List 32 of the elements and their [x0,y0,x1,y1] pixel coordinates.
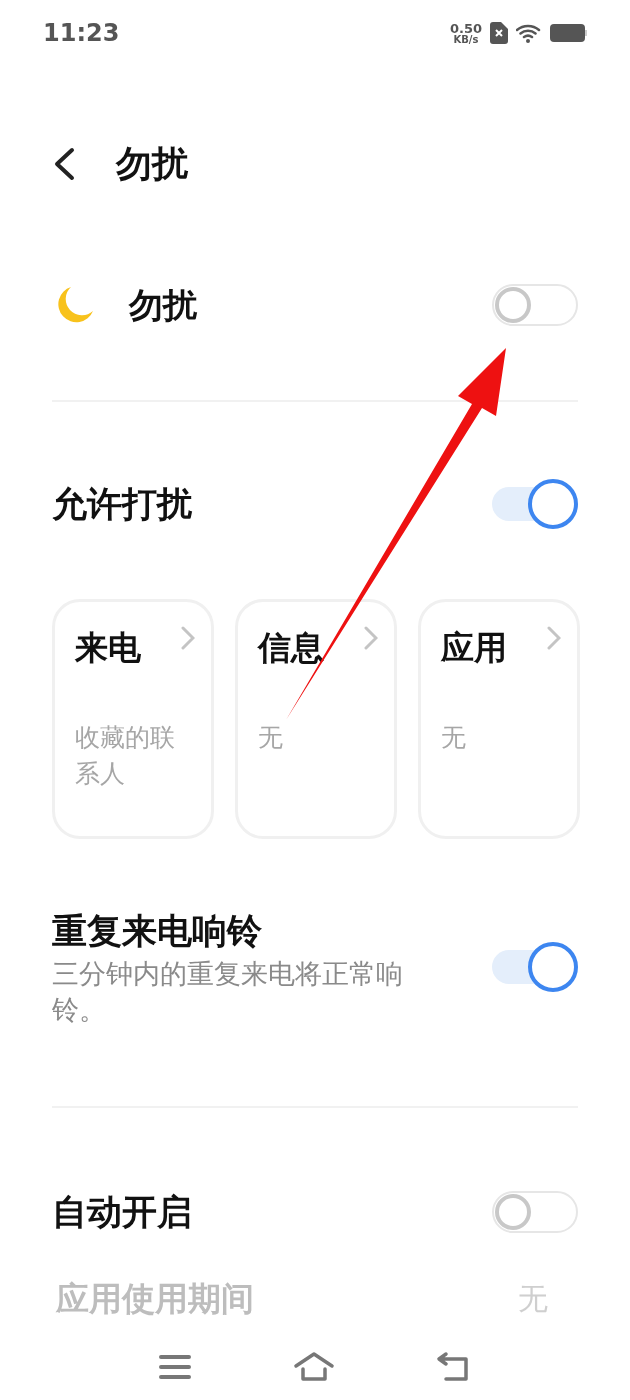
toggle-switch[interactable] [492,284,578,326]
chevron-right-icon [181,626,195,650]
wifi-icon [516,23,542,43]
back-icon[interactable] [52,147,76,181]
card-value: 收藏的联系人 [75,722,176,790]
category-card[interactable]: 信息 无 [235,599,397,839]
chevron-right-icon [364,626,378,650]
card-title: 应用 [441,627,507,669]
setting-description: 三分钟内的重复来电将正常响铃。 [52,957,404,1027]
setting-title: 重复来电响铃 [52,910,263,953]
card-title: 来电 [75,627,141,669]
toggle-switch[interactable] [492,479,578,529]
page-title: 勿扰 [116,142,188,186]
network-speed-unit: KB/s [453,34,479,45]
status-time: 11:23 [43,18,120,49]
moon-icon [55,285,95,325]
menu-icon[interactable] [158,1353,192,1381]
sim-card-icon [490,22,508,44]
toggle-switch[interactable] [492,942,578,992]
network-speed: 0.50 [449,21,482,35]
card-value: 无 [258,722,284,754]
card-value: 无 [441,722,467,754]
chevron-right-icon [547,626,561,650]
dnd-label: 勿扰 [129,283,197,327]
home-icon[interactable] [293,1351,335,1383]
toggle-switch[interactable] [492,1191,578,1233]
card-title: 信息 [258,627,324,669]
setting-title: 自动开启 [52,1190,192,1234]
category-card[interactable]: 应用 无 [418,599,580,839]
battery-icon [550,23,588,43]
category-card[interactable]: 来电 收藏的联系人 [52,599,214,839]
section-title: 允许打扰 [52,482,192,526]
